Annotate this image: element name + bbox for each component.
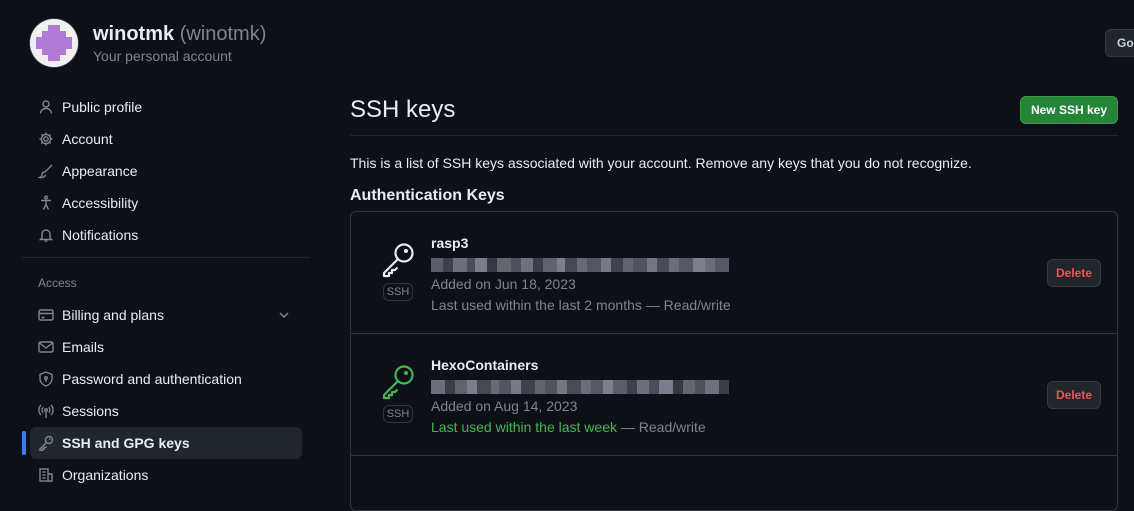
key-title: rasp3	[431, 235, 469, 251]
sidebar-item-emails[interactable]: Emails	[30, 331, 302, 363]
sidebar-item-ssh-gpg-keys[interactable]: SSH and GPG keys	[30, 427, 302, 459]
sidebar-item-password[interactable]: Password and authentication	[30, 363, 302, 395]
delete-key-button[interactable]: Delete	[1047, 381, 1101, 409]
last-used-text: Last used within the last week	[431, 419, 617, 435]
key-added-date: Added on Aug 14, 2023	[431, 398, 578, 414]
sidebar-item-label: Password and authentication	[62, 371, 242, 387]
sidebar-item-label: Sessions	[62, 403, 119, 419]
sidebar-item-label: Accessibility	[62, 195, 139, 211]
account-type: Your personal account	[93, 48, 232, 64]
sidebar-item-label: Notifications	[62, 227, 139, 243]
sidebar-item-appearance[interactable]: Appearance	[30, 155, 302, 187]
sidebar-item-label: Account	[62, 131, 113, 147]
access-text: — Read/write	[617, 419, 706, 435]
new-ssh-key-button[interactable]: New SSH key	[1020, 96, 1118, 124]
paintbrush-icon	[38, 163, 54, 179]
authentication-keys-heading: Authentication Keys	[350, 187, 505, 204]
sidebar-item-public-profile[interactable]: Public profile	[30, 91, 302, 123]
delete-key-button[interactable]: Delete	[1047, 259, 1101, 287]
key-last-used: Last used within the last week — Read/wr…	[431, 419, 706, 435]
title-divider	[350, 135, 1118, 136]
login-name: (winotmk)	[179, 23, 267, 45]
sidebar-item-sessions[interactable]: Sessions	[30, 395, 302, 427]
key-icon	[380, 242, 416, 278]
sidebar-item-organizations[interactable]: Organizations	[30, 459, 302, 491]
intro-text: This is a list of SSH keys associated wi…	[350, 155, 972, 171]
organization-icon	[38, 467, 54, 483]
key-title: HexoContainers	[431, 357, 539, 373]
display-name: winotmk	[93, 23, 175, 45]
gear-icon	[38, 131, 54, 147]
key-last-used: Last used within the last 2 months — Rea…	[431, 297, 731, 313]
access-text: — Read/write	[641, 297, 731, 313]
credit-card-icon	[38, 307, 54, 323]
access-section-title: Access	[38, 276, 77, 290]
sidebar-item-account[interactable]: Account	[30, 123, 302, 155]
sidebar-item-label: Public profile	[62, 99, 143, 115]
key-added-date: Added on Jun 18, 2023	[431, 276, 576, 292]
avatar[interactable]	[30, 19, 78, 67]
chevron-down-icon[interactable]	[276, 307, 292, 326]
row-divider	[351, 455, 1117, 456]
bell-icon	[38, 227, 54, 243]
sidebar-item-label: Emails	[62, 339, 105, 355]
ssh-badge: SSH	[383, 283, 413, 301]
person-icon	[38, 99, 54, 115]
sidebar-item-billing[interactable]: Billing and plans	[30, 299, 302, 331]
key-icon	[38, 435, 54, 451]
sidebar-item-label: Organizations	[62, 467, 149, 483]
ssh-badge: SSH	[383, 405, 413, 423]
sidebar-item-accessibility[interactable]: Accessibility	[30, 187, 302, 219]
sidebar-item-label: Appearance	[62, 163, 138, 179]
shield-lock-icon	[38, 371, 54, 387]
page-title: SSH keys	[350, 96, 456, 123]
sidebar-item-label: Billing and plans	[62, 307, 164, 323]
active-indicator	[22, 431, 26, 455]
user-name[interactable]: winotmk (winotmk)	[93, 23, 266, 46]
sidebar-divider	[22, 257, 310, 258]
row-divider	[351, 333, 1117, 334]
sidebar-item-label: SSH and GPG keys	[62, 435, 190, 451]
accessibility-icon	[38, 195, 54, 211]
broadcast-icon	[38, 403, 54, 419]
sidebar-item-notifications[interactable]: Notifications	[30, 219, 302, 251]
mail-icon	[38, 339, 54, 355]
key-fingerprint-redacted	[431, 380, 729, 394]
key-fingerprint-redacted	[431, 258, 729, 272]
last-used-text: Last used within the last 2 months	[431, 297, 642, 313]
go-to-profile-button[interactable]: Go	[1105, 29, 1134, 57]
key-icon	[380, 364, 416, 400]
